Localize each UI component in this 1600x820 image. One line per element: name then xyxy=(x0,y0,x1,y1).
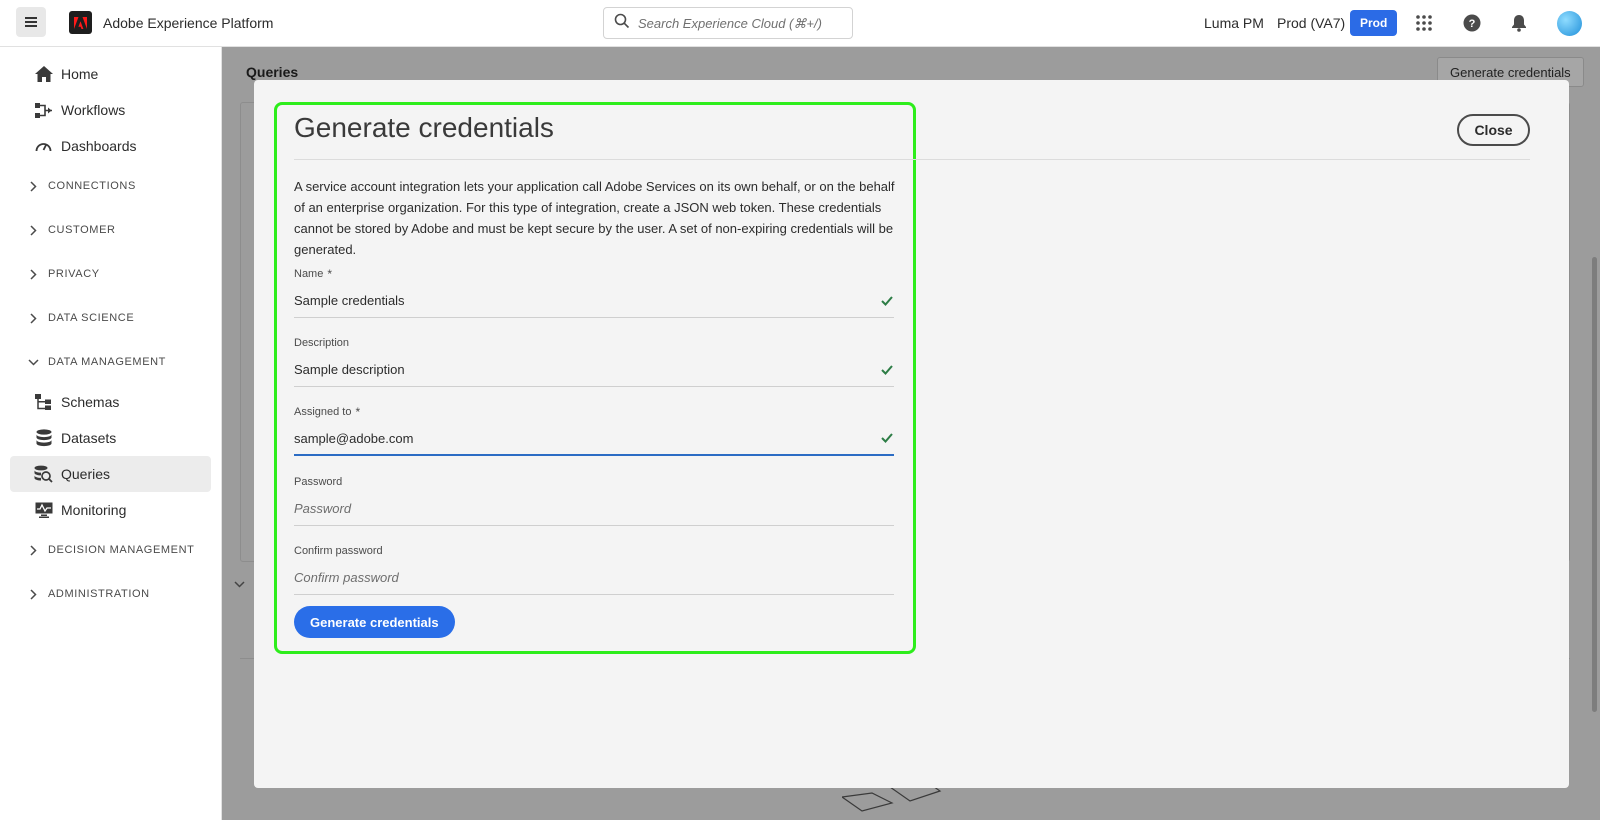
generate-credentials-dialog: Generate credentials Close A service acc… xyxy=(254,80,1569,788)
confirm-password-input-row xyxy=(294,561,894,595)
sidebar-group-decision-management[interactable]: DECISION MANAGEMENT xyxy=(0,528,221,572)
confirm-password-input[interactable] xyxy=(294,570,854,585)
sidebar-item-queries[interactable]: Queries xyxy=(10,456,211,492)
sidebar-item-label: Schemas xyxy=(61,394,120,410)
sidebar: Home Workflows Dashboards CONNECTIONS CU… xyxy=(0,47,222,820)
sidebar-item-label: Queries xyxy=(61,466,111,482)
assigned-to-field: Assigned to * xyxy=(294,404,894,456)
password-field: Password xyxy=(294,474,894,526)
dialog-title: Generate credentials xyxy=(294,112,554,143)
sidebar-group-data-science[interactable]: DATA SCIENCE xyxy=(0,296,221,340)
org-switcher[interactable]: Luma PM xyxy=(1204,15,1264,31)
name-input[interactable] xyxy=(294,293,854,308)
description-input-row xyxy=(294,353,894,387)
name-label: Name * xyxy=(294,266,894,282)
sidebar-group-connections[interactable]: CONNECTIONS xyxy=(0,164,221,208)
monitoring-icon xyxy=(34,501,53,520)
notifications-icon[interactable] xyxy=(1508,12,1530,34)
assigned-to-label: Assigned to * xyxy=(294,404,894,420)
chevron-down-icon xyxy=(234,575,245,593)
field-label-text: Assigned to xyxy=(294,406,352,418)
confirm-password-label: Confirm password xyxy=(294,545,383,557)
menu-icon[interactable] xyxy=(16,7,46,37)
field-label-text: Name xyxy=(294,268,324,280)
app-title[interactable]: Adobe Experience Platform xyxy=(103,15,273,31)
checkmark-icon xyxy=(880,431,894,445)
chevron-right-icon xyxy=(26,224,40,236)
sidebar-item-dashboards[interactable]: Dashboards xyxy=(10,128,211,164)
help-icon[interactable]: ? xyxy=(1461,12,1483,34)
chevron-right-icon xyxy=(26,588,40,600)
sidebar-group-label: CUSTOMER xyxy=(48,224,116,236)
sidebar-group-label: PRIVACY xyxy=(48,268,100,280)
chevron-right-icon xyxy=(26,268,40,280)
workflows-icon xyxy=(34,101,53,120)
assigned-to-input-row xyxy=(294,422,894,456)
chevron-right-icon xyxy=(26,544,40,556)
sandbox-switcher[interactable]: Prod (VA7) xyxy=(1277,15,1345,31)
password-label: Password xyxy=(294,476,343,488)
search-box[interactable] xyxy=(603,7,853,39)
required-indicator: * xyxy=(327,267,333,281)
apps-icon[interactable] xyxy=(1413,12,1435,34)
sidebar-group-administration[interactable]: ADMINISTRATION xyxy=(0,572,221,616)
sidebar-item-home[interactable]: Home xyxy=(10,56,211,92)
sidebar-group-customer[interactable]: CUSTOMER xyxy=(0,208,221,252)
sidebar-item-label: Monitoring xyxy=(61,502,127,518)
sandbox-badge[interactable]: Prod xyxy=(1350,10,1398,36)
sidebar-item-schemas[interactable]: Schemas xyxy=(10,384,211,420)
datasets-icon xyxy=(34,429,53,448)
assigned-to-input[interactable] xyxy=(294,430,854,446)
dialog-description: A service account integration lets your … xyxy=(294,179,895,257)
password-input-row xyxy=(294,492,894,526)
close-button[interactable]: Close xyxy=(1457,114,1530,146)
home-icon xyxy=(34,65,53,84)
sidebar-item-label: Dashboards xyxy=(61,138,137,154)
chevron-down-icon xyxy=(26,358,40,366)
schemas-icon xyxy=(34,393,53,412)
generate-credentials-button[interactable]: Generate credentials xyxy=(294,606,455,638)
name-field: Name * xyxy=(294,266,894,318)
description-input[interactable] xyxy=(294,362,854,377)
adobe-logo[interactable] xyxy=(69,11,92,34)
sidebar-item-datasets[interactable]: Datasets xyxy=(10,420,211,456)
sidebar-item-label: Workflows xyxy=(61,102,126,118)
dialog-divider xyxy=(294,159,1530,160)
chevron-right-icon xyxy=(26,312,40,324)
sidebar-group-data-management[interactable]: DATA MANAGEMENT xyxy=(0,340,221,384)
checkmark-icon xyxy=(880,294,894,308)
page-title: Queries xyxy=(246,64,299,80)
dashboards-icon xyxy=(34,137,53,156)
top-bar: Adobe Experience Platform Luma PM Prod (… xyxy=(0,0,1600,47)
description-label: Description xyxy=(294,337,350,349)
sidebar-item-label: Datasets xyxy=(61,430,117,446)
avatar[interactable] xyxy=(1557,11,1582,36)
sidebar-item-workflows[interactable]: Workflows xyxy=(10,92,211,128)
svg-text:?: ? xyxy=(1469,18,1476,30)
password-input[interactable] xyxy=(294,501,854,516)
sidebar-group-label: CONNECTIONS xyxy=(48,180,136,192)
search-icon xyxy=(614,13,630,34)
chevron-right-icon xyxy=(26,180,40,192)
sidebar-item-label: Home xyxy=(61,66,99,82)
sidebar-group-label: ADMINISTRATION xyxy=(48,588,150,600)
scrollbar-thumb[interactable] xyxy=(1592,257,1597,712)
sidebar-group-label: DATA SCIENCE xyxy=(48,312,135,324)
sidebar-group-label: DATA MANAGEMENT xyxy=(48,356,166,368)
sidebar-group-privacy[interactable]: PRIVACY xyxy=(0,252,221,296)
sidebar-group-label: DECISION MANAGEMENT xyxy=(48,544,195,556)
scrollbar[interactable] xyxy=(1588,127,1600,817)
queries-icon xyxy=(34,465,53,484)
confirm-password-field: Confirm password xyxy=(294,543,894,595)
name-input-row xyxy=(294,284,894,318)
checkmark-icon xyxy=(880,363,894,377)
search-input[interactable] xyxy=(638,15,838,31)
description-field: Description xyxy=(294,335,894,387)
sidebar-item-monitoring[interactable]: Monitoring xyxy=(10,492,211,528)
required-indicator: * xyxy=(355,405,361,419)
